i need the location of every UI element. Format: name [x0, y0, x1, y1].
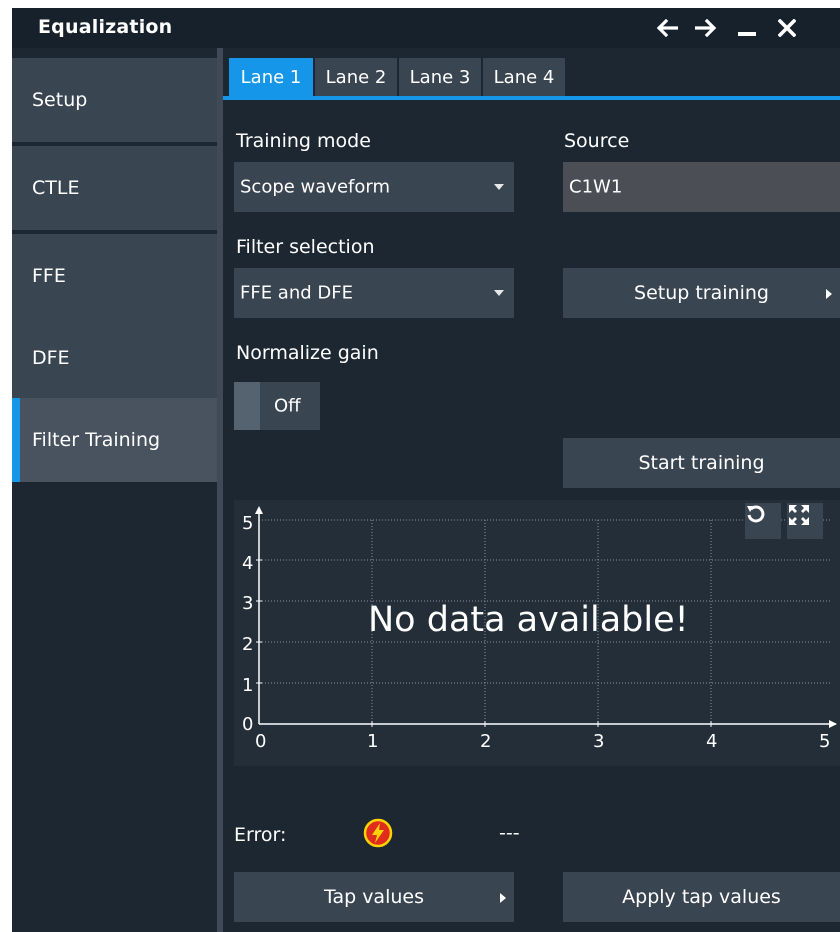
filter-selection-label: Filter selection [236, 236, 375, 258]
y-tick-label: 3 [242, 593, 253, 614]
tap-values-button[interactable]: Tap values [234, 872, 514, 922]
tab-lane-2[interactable]: Lane 2 [313, 58, 397, 96]
sidebar-item-label: FFE [32, 265, 66, 287]
x-tick-label: 3 [593, 731, 604, 752]
chevron-down-icon [494, 290, 504, 296]
tab-underline [223, 96, 840, 100]
y-tick-label: 4 [242, 553, 253, 574]
error-label: Error: [234, 824, 287, 846]
tab-lane-1[interactable]: Lane 1 [229, 58, 313, 96]
sidebar-item-label: Setup [32, 89, 88, 111]
sidebar-item-setup[interactable]: Setup [12, 58, 217, 144]
error-value: --- [499, 822, 520, 844]
sidebar: Setup CTLE FFE DFE Filter Training [12, 48, 217, 932]
lane-tabs: Lane 1 Lane 2 Lane 3 Lane 4 [223, 58, 840, 96]
x-axis-arrow [829, 720, 837, 728]
y-axis-arrow [255, 506, 263, 514]
start-training-label: Start training [638, 452, 765, 474]
x-tick-label: 1 [367, 731, 378, 752]
forward-arrow-icon[interactable] [691, 12, 721, 44]
x-tick-label: 2 [480, 731, 491, 752]
no-data-message: No data available! [368, 600, 689, 640]
apply-tap-values-button[interactable]: Apply tap values [563, 872, 840, 922]
lightning-error-icon [363, 818, 393, 848]
source-value: C1W1 [569, 176, 623, 198]
chevron-right-icon [500, 893, 506, 903]
sidebar-item-dfe[interactable]: DFE [12, 316, 217, 402]
sidebar-item-label: DFE [32, 347, 70, 369]
setup-training-label: Setup training [634, 282, 769, 304]
chevron-down-icon [494, 184, 504, 190]
sidebar-item-label: Filter Training [32, 429, 161, 451]
close-icon[interactable] [772, 12, 802, 44]
tab-lane-4[interactable]: Lane 4 [481, 58, 565, 96]
tap-values-label: Tap values [323, 886, 424, 908]
toggle-knob [234, 382, 260, 430]
sidebar-item-filter-training[interactable]: Filter Training [12, 398, 217, 484]
training-mode-label: Training mode [236, 130, 371, 152]
filter-selection-dropdown[interactable]: FFE and DFE [234, 268, 514, 318]
content-panel: Lane 1 Lane 2 Lane 3 Lane 4 Training mod… [223, 48, 840, 932]
sidebar-item-ctle[interactable]: CTLE [12, 146, 217, 232]
training-plot: 5 4 3 2 1 0 0 1 2 3 4 5 No data availabl… [234, 500, 840, 766]
x-tick-label: 0 [255, 731, 266, 752]
y-tick-label: 1 [242, 675, 253, 696]
back-arrow-icon[interactable] [652, 12, 682, 44]
equalization-dialog: Equalization Setup CTLE FFE DFE Filter T… [12, 8, 840, 932]
y-tick-label: 5 [242, 513, 253, 534]
dialog-title: Equalization [38, 16, 173, 38]
filter-selection-value: FFE and DFE [240, 282, 353, 304]
apply-tap-values-label: Apply tap values [622, 886, 781, 908]
sidebar-item-ffe[interactable]: FFE [12, 234, 217, 320]
x-tick-label: 4 [706, 731, 717, 752]
setup-training-button[interactable]: Setup training [563, 268, 840, 318]
chevron-right-icon [826, 289, 832, 299]
sidebar-item-label: CTLE [32, 177, 80, 199]
minimize-icon[interactable] [732, 12, 762, 44]
source-field[interactable]: C1W1 [563, 162, 840, 212]
normalize-gain-toggle[interactable]: Off [234, 382, 320, 430]
start-training-button[interactable]: Start training [563, 438, 840, 488]
training-mode-dropdown[interactable]: Scope waveform [234, 162, 514, 212]
fullscreen-icon[interactable] [787, 503, 823, 539]
title-bar: Equalization [12, 8, 840, 48]
source-label: Source [564, 130, 630, 152]
normalize-gain-label: Normalize gain [236, 342, 379, 364]
refresh-icon[interactable] [745, 503, 781, 539]
tab-lane-3[interactable]: Lane 3 [397, 58, 481, 96]
training-mode-value: Scope waveform [240, 176, 391, 198]
x-tick-label: 5 [819, 731, 830, 752]
y-tick-label: 0 [242, 714, 253, 735]
normalize-gain-value: Off [274, 395, 301, 417]
y-tick-label: 2 [242, 634, 253, 655]
